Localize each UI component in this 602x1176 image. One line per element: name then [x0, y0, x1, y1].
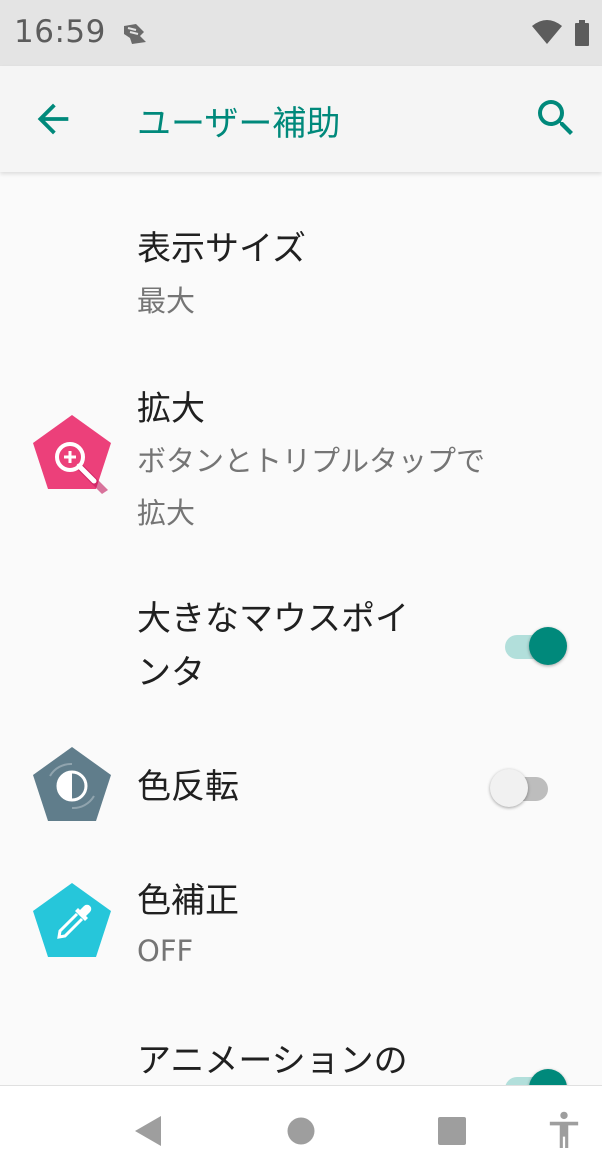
invert-colors-icon: [33, 747, 111, 821]
setting-summary-line2: 拡大: [137, 496, 196, 530]
toggle-thumb: [529, 627, 567, 665]
animation-toggle[interactable]: [503, 1068, 567, 1085]
setting-title-line1: 大きなマウスポイ: [137, 599, 409, 639]
magnify-icon: [33, 415, 111, 494]
navigation-bar: [0, 1085, 602, 1176]
setting-magnification[interactable]: 拡大 ボタンとトリプルタップで 拡大: [0, 372, 602, 552]
status-time: 16:59: [14, 14, 106, 50]
large-pointer-toggle[interactable]: [503, 626, 567, 666]
wifi-icon: [532, 20, 562, 44]
home-circle-icon[interactable]: [286, 1116, 316, 1146]
status-bar: 16:59: [0, 0, 602, 66]
settings-list: 表示サイズ 最大 拡大 ボタンとトリプルタップで 拡大 大きなマウスポイ ンタ: [0, 172, 602, 1085]
setting-title: 色補正: [137, 881, 239, 921]
accessibility-icon[interactable]: [547, 1111, 581, 1151]
setting-remove-animations[interactable]: アニメーションの: [0, 1032, 602, 1085]
notification-icon: [124, 24, 146, 44]
setting-large-mouse-pointer[interactable]: 大きなマウスポイ ンタ: [0, 582, 602, 702]
recents-square-icon[interactable]: [437, 1116, 467, 1146]
setting-title: 表示サイズ: [137, 229, 306, 269]
setting-summary: OFF: [137, 934, 194, 968]
setting-title: 拡大: [137, 389, 205, 429]
setting-title: アニメーションの: [137, 1041, 408, 1081]
setting-title-line2: ンタ: [137, 653, 205, 693]
app-bar: ユーザー補助: [0, 66, 602, 172]
setting-display-size[interactable]: 表示サイズ 最大: [0, 214, 602, 364]
setting-color-inversion[interactable]: 色反転: [0, 732, 602, 842]
battery-icon: [575, 20, 589, 46]
setting-summary-line1: ボタンとトリプルタップで: [137, 444, 486, 478]
setting-title: 色反転: [137, 767, 239, 807]
toggle-thumb: [529, 1069, 567, 1085]
eyedropper-icon: [33, 883, 111, 957]
toggle-thumb: [490, 769, 528, 807]
arrow-back-icon[interactable]: [30, 96, 76, 142]
setting-summary: 最大: [137, 284, 196, 318]
color-inversion-toggle[interactable]: [490, 768, 554, 808]
search-icon[interactable]: [532, 94, 580, 142]
back-triangle-icon[interactable]: [133, 1114, 163, 1148]
setting-color-correction[interactable]: 色補正 OFF: [0, 872, 602, 1002]
page-title: ユーザー補助: [137, 104, 341, 144]
